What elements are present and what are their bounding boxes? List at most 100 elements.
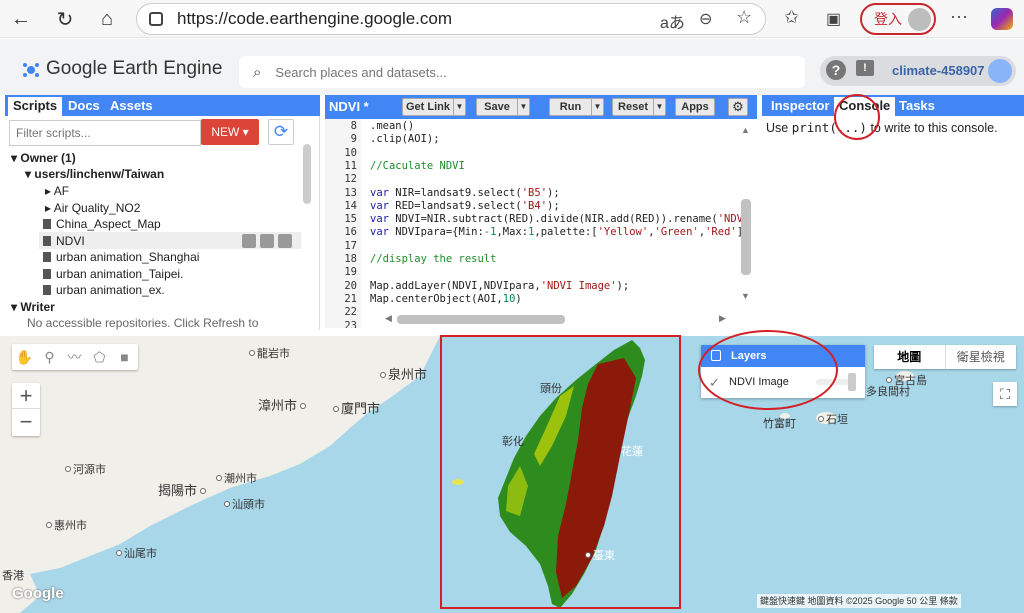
scroll-up-icon[interactable]: ▲	[741, 125, 750, 135]
code-line[interactable]: Map.centerObject(AOI,10)	[370, 293, 522, 305]
file-item[interactable]: China_Aspect_Map	[43, 217, 161, 231]
file-item[interactable]: urban animation_ex.	[43, 283, 165, 297]
project-name[interactable]: climate-458907	[892, 63, 985, 78]
back-arrow-icon[interactable]: ←	[8, 6, 34, 32]
editor-toolbar: NDVI * Get Link ▼ Save ▼ Run ▼ Reset ▼ Apps …	[325, 95, 757, 119]
line-number: 17	[344, 239, 357, 252]
favorites-icon[interactable]: ✩	[784, 7, 799, 28]
code-line[interactable]: .clip(AOI);	[370, 133, 440, 145]
owner-group[interactable]: ▾ Owner (1)	[11, 151, 76, 165]
zoom-icon[interactable]: ⊖	[699, 9, 712, 29]
line-number: 16	[344, 226, 357, 239]
marker-icon[interactable]: ⚲	[37, 344, 62, 370]
folder-item[interactable]: ▸ Air Quality_NO2	[45, 201, 140, 215]
code-line[interactable]: .mean()	[370, 120, 414, 132]
repo-item[interactable]: ▾ users/linchenw/Taiwan	[25, 167, 164, 181]
filter-scripts-input[interactable]	[9, 120, 201, 146]
signin-label: 登入	[874, 11, 902, 27]
editor-vscrollbar[interactable]	[741, 199, 751, 275]
history-icon[interactable]	[242, 234, 256, 248]
scroll-left-icon[interactable]: ◀	[385, 313, 392, 324]
file-label: urban animation_Shanghai	[56, 250, 200, 264]
chevron-down-icon[interactable]: ▼	[653, 99, 665, 115]
line-number: 15	[344, 213, 357, 226]
map-label: 香港	[2, 570, 24, 582]
opacity-slider-handle[interactable]	[848, 373, 856, 391]
help-icon[interactable]: ?	[826, 60, 846, 80]
search-box[interactable]: ⌕	[239, 56, 805, 88]
line-gutter: 8 9 10 11 12 13 14 15 16 17 18 19 20 21 22 23	[325, 119, 361, 328]
map-attribution[interactable]: 鍵盤快速鍵 地圖資料 ©2025 Google 50 公里 條款	[757, 594, 961, 608]
code-line[interactable]: var RED=landsat9.select('B4');	[370, 200, 560, 212]
hand-icon[interactable]: ✋	[12, 344, 37, 370]
tab-inspector[interactable]: Inspector	[766, 95, 835, 116]
collections-icon[interactable]: ▣	[826, 9, 841, 29]
search-input[interactable]	[275, 64, 776, 80]
tab-tasks[interactable]: Tasks	[894, 95, 940, 116]
get-link-button[interactable]: Get Link ▼	[402, 98, 466, 116]
code-line[interactable]: var NIR=landsat9.select('B5');	[370, 187, 560, 199]
delete-icon[interactable]	[278, 234, 292, 248]
signin-button[interactable]: 登入	[860, 3, 936, 35]
polygon-icon[interactable]: ⬠	[87, 344, 112, 370]
tab-scripts[interactable]: Scripts	[8, 97, 63, 116]
line-number: 10	[344, 146, 357, 159]
file-label: urban animation_Taipei.	[56, 267, 184, 281]
zoom-in-button[interactable]: +	[12, 383, 40, 409]
file-item-selected[interactable]: NDVI	[43, 234, 85, 248]
reset-button[interactable]: Reset ▼	[612, 98, 666, 116]
star-icon[interactable]: ☆	[736, 7, 752, 28]
refresh-icon[interactable]: ⟳	[268, 119, 294, 145]
code-line[interactable]: //display the result	[370, 253, 496, 265]
gear-icon[interactable]: ⚙	[728, 98, 748, 116]
map-type-map[interactable]: 地圖	[874, 345, 946, 369]
url-text[interactable]: https://code.earthengine.google.com	[177, 9, 452, 29]
code-line[interactable]: var NDVIpara={Min:-1,Max:1,palette:['Yel…	[370, 226, 743, 238]
user-avatar[interactable]	[988, 59, 1012, 83]
editor-hscrollbar[interactable]	[397, 315, 565, 324]
chevron-down-icon[interactable]: ▼	[591, 99, 603, 115]
more-icon[interactable]: ···	[950, 6, 968, 27]
chevron-down-icon[interactable]: ▼	[517, 99, 529, 115]
folder-item[interactable]: ▸ AF	[45, 184, 69, 198]
feedback-icon[interactable]: !	[856, 60, 874, 76]
scroll-right-icon[interactable]: ▶	[719, 313, 726, 324]
translate-icon[interactable]: aあ	[660, 9, 685, 33]
code-editor[interactable]: 8 9 10 11 12 13 14 15 16 17 18 19 20 21 22 23 .mean() .c…	[325, 119, 757, 328]
search-icon: ⌕	[253, 63, 262, 81]
map-label: 泉州市	[380, 364, 427, 383]
line-number: 21	[344, 292, 357, 305]
map-label: 多良間村	[866, 386, 910, 398]
tab-docs[interactable]: Docs	[63, 95, 105, 116]
code-line[interactable]: Map.addLayer(NDVI,NDVIpara,'NDVI Image')…	[370, 280, 629, 292]
rectangle-icon[interactable]: ■	[112, 344, 137, 370]
fullscreen-icon[interactable]: ⛶	[993, 382, 1017, 406]
code-line[interactable]: var NDVI=NIR.subtract(RED).divide(NIR.ad…	[370, 213, 743, 225]
copilot-icon[interactable]	[991, 8, 1013, 30]
chevron-down-icon[interactable]: ▼	[453, 99, 465, 115]
map-type-satellite[interactable]: 衛星檢視	[946, 345, 1017, 369]
line-number: 18	[344, 253, 357, 265]
rename-icon[interactable]	[260, 234, 274, 248]
line-icon[interactable]: 〰	[62, 344, 87, 370]
repo-label: users/linchenw/Taiwan	[34, 167, 165, 181]
map-label: 惠州市	[46, 517, 87, 533]
lock-icon[interactable]	[149, 12, 163, 26]
file-item[interactable]: urban animation_Shanghai	[43, 250, 199, 264]
zoom-out-button[interactable]: −	[12, 409, 40, 435]
apps-button[interactable]: Apps	[675, 98, 715, 116]
tab-assets[interactable]: Assets	[105, 95, 158, 116]
new-button[interactable]: NEW ▾	[201, 119, 259, 145]
map-label: 揭陽市	[158, 480, 208, 499]
run-button[interactable]: Run ▼	[549, 98, 604, 116]
scroll-down-icon[interactable]: ▼	[741, 291, 750, 301]
home-icon[interactable]: ⌂	[94, 6, 120, 32]
code-line[interactable]: //Caculate NDVI	[370, 160, 465, 172]
file-item[interactable]: urban animation_Taipei.	[43, 267, 183, 281]
scripts-scrollbar[interactable]	[303, 144, 311, 204]
writer-group[interactable]: ▾ Writer	[11, 300, 55, 314]
save-button[interactable]: Save ▼	[476, 98, 530, 116]
script-title: NDVI *	[329, 99, 369, 114]
file-label: NDVI	[56, 234, 85, 248]
reload-icon[interactable]: ↻	[52, 6, 78, 32]
